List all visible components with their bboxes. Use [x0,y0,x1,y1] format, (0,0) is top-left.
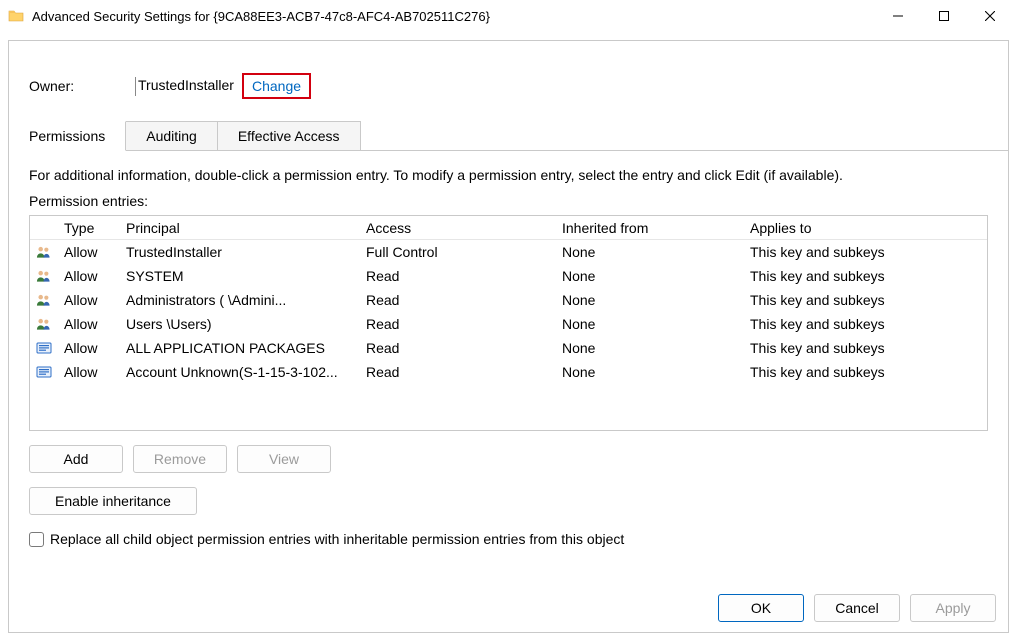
cell-applies: This key and subkeys [744,268,987,284]
col-principal[interactable]: Principal [120,220,360,236]
cell-type: Allow [58,268,120,284]
table-row[interactable]: AllowAccount Unknown(S-1-15-3-102...Read… [30,360,987,384]
cell-access: Read [360,268,556,284]
dialog-frame: Owner: TrustedInstaller Change Permissio… [8,40,1009,633]
cell-applies: This key and subkeys [744,340,987,356]
cancel-button[interactable]: Cancel [814,594,900,622]
cell-inherited: None [556,316,744,332]
tab-effective-access[interactable]: Effective Access [218,121,361,150]
tab-auditing[interactable]: Auditing [126,121,218,150]
remove-button: Remove [133,445,227,473]
table-row[interactable]: AllowUsers \Users)ReadNoneThis key and s… [30,312,987,336]
col-inherited[interactable]: Inherited from [556,220,744,236]
table-header: Type Principal Access Inherited from App… [30,216,987,240]
tab-permissions[interactable]: Permissions [9,121,126,151]
replace-label: Replace all child object permission entr… [50,531,624,547]
cell-principal: ALL APPLICATION PACKAGES [120,340,360,356]
view-button: View [237,445,331,473]
action-buttons: Add Remove View [29,445,988,473]
cell-applies: This key and subkeys [744,364,987,380]
table-row[interactable]: AllowSYSTEMReadNoneThis key and subkeys [30,264,987,288]
ok-button[interactable]: OK [718,594,804,622]
cell-inherited: None [556,364,744,380]
apply-button: Apply [910,594,996,622]
cell-inherited: None [556,244,744,260]
dialog-footer: OK Cancel Apply [718,594,996,622]
replace-checkbox[interactable] [29,532,44,547]
owner-label: Owner: [29,78,135,94]
change-owner-link[interactable]: Change [242,73,311,99]
replace-checkbox-row[interactable]: Replace all child object permission entr… [29,531,988,547]
cell-inherited: None [556,268,744,284]
cell-type: Allow [58,316,120,332]
cell-access: Read [360,364,556,380]
tab-bar: Permissions Auditing Effective Access [9,121,1008,151]
cell-applies: This key and subkeys [744,244,987,260]
cell-inherited: None [556,292,744,308]
window-title: Advanced Security Settings for {9CA88EE3… [32,9,490,24]
cell-type: Allow [58,292,120,308]
minimize-button[interactable] [875,1,921,31]
cell-access: Read [360,292,556,308]
cell-principal: Users \Users) [120,316,360,332]
package-icon [30,365,58,379]
cell-type: Allow [58,364,120,380]
cell-applies: This key and subkeys [744,292,987,308]
users-icon [30,269,58,283]
add-button[interactable]: Add [29,445,123,473]
owner-value: TrustedInstaller [135,77,234,96]
cell-principal: SYSTEM [120,268,360,284]
folder-icon [8,8,24,24]
cell-access: Read [360,316,556,332]
col-access[interactable]: Access [360,220,556,236]
cell-applies: This key and subkeys [744,316,987,332]
permissions-table: Type Principal Access Inherited from App… [29,215,988,431]
cell-inherited: None [556,340,744,356]
close-button[interactable] [967,1,1013,31]
package-icon [30,341,58,355]
table-row[interactable]: AllowTrustedInstallerFull ControlNoneThi… [30,240,987,264]
users-icon [30,293,58,307]
cell-principal: TrustedInstaller [120,244,360,260]
users-icon [30,317,58,331]
cell-principal: Administrators ( \Admini... [120,292,360,308]
cell-access: Full Control [360,244,556,260]
entries-label: Permission entries: [29,193,988,209]
owner-row: Owner: TrustedInstaller Change [29,73,992,99]
cell-type: Allow [58,244,120,260]
cell-access: Read [360,340,556,356]
maximize-button[interactable] [921,1,967,31]
enable-inheritance-button[interactable]: Enable inheritance [29,487,197,515]
users-icon [30,245,58,259]
cell-principal: Account Unknown(S-1-15-3-102... [120,364,360,380]
col-applies[interactable]: Applies to [744,220,987,236]
col-type[interactable]: Type [58,220,120,236]
info-text: For additional information, double-click… [29,167,988,183]
table-row[interactable]: AllowALL APPLICATION PACKAGESReadNoneThi… [30,336,987,360]
titlebar: Advanced Security Settings for {9CA88EE3… [0,0,1017,32]
cell-type: Allow [58,340,120,356]
table-row[interactable]: AllowAdministrators ( \Admini...ReadNone… [30,288,987,312]
